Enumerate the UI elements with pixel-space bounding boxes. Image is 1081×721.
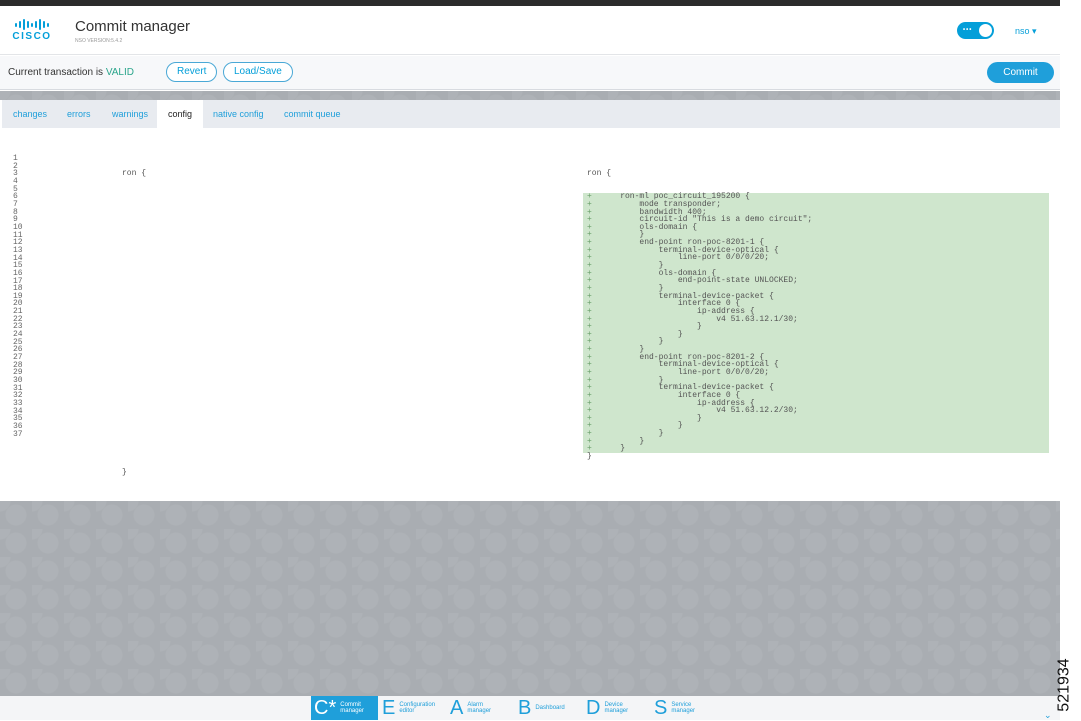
dashboard-icon: B — [518, 697, 532, 719]
nav-device-manager[interactable]: D Device manager — [586, 696, 628, 720]
new-config: ron { + ron-ml poc_circuit_195200 {+ mod… — [583, 155, 1049, 461]
config-panel: changes errors warnings config native co… — [2, 100, 1060, 501]
mode-toggle[interactable]: ••• — [957, 22, 994, 39]
nav-label: Configuration editor — [399, 702, 436, 714]
configuration-editor-icon: E — [382, 697, 396, 719]
added-config-text: } — [601, 444, 626, 454]
nav-label: Device manager — [604, 702, 629, 714]
old-config-line: ron { — [122, 169, 147, 179]
transaction-status: Current transaction is VALID — [8, 67, 134, 78]
tab-errors[interactable]: errors — [56, 100, 102, 128]
header: cisco Commit manager NSO VERSION:5.4.2 •… — [0, 6, 1060, 55]
service-manager-icon: S — [654, 697, 668, 719]
new-config-line: } — [587, 452, 592, 462]
tab-config[interactable]: config — [157, 100, 204, 128]
nav-label: Alarm manager — [467, 702, 492, 714]
nav-label: Commit manager — [340, 702, 364, 714]
nav-service-manager[interactable]: S Service manager — [654, 696, 695, 720]
commit-button[interactable]: Commit — [987, 62, 1054, 83]
revert-button[interactable]: Revert — [166, 62, 218, 82]
nav-dashboard[interactable]: B Dashboard — [518, 696, 565, 720]
user-menu[interactable]: nso ▾ — [1015, 26, 1037, 37]
dots-icon: ••• — [963, 27, 973, 33]
old-config: ron { } — [122, 155, 151, 492]
alarm-manager-icon: A — [450, 697, 464, 719]
transaction-bar: Current transaction is VALID Revert Load… — [0, 56, 1060, 90]
added-config-line: + } — [583, 444, 1049, 454]
new-config-line: ron { — [587, 169, 612, 179]
tab-warnings[interactable]: warnings — [101, 100, 159, 128]
cisco-logo-text: cisco — [12, 31, 52, 42]
hex-background — [0, 91, 1060, 100]
figure-id-text: 521934 — [1055, 658, 1073, 712]
nav-alarm-manager[interactable]: A Alarm manager — [450, 696, 491, 720]
added-config-line: + } — [583, 338, 1049, 347]
cisco-logo: cisco — [12, 19, 52, 43]
page-title: Commit manager — [75, 18, 191, 35]
commit-manager-icon: C* — [314, 697, 337, 719]
transaction-status-value: VALID — [105, 67, 134, 78]
chevron-down-icon[interactable]: ⌄ — [1044, 710, 1052, 721]
bottom-nav: C* Commit manager E Configuration editor… — [0, 696, 1060, 720]
nav-commit-manager[interactable]: C* Commit manager — [311, 696, 378, 720]
tab-commit-queue[interactable]: commit queue — [273, 100, 352, 128]
old-config-spacer — [122, 193, 151, 453]
app: cisco Commit manager NSO VERSION:5.4.2 •… — [0, 6, 1060, 720]
figure-id: 521934 — [1056, 650, 1080, 720]
nav-label: Service manager — [671, 702, 696, 714]
load-save-button[interactable]: Load/Save — [223, 62, 293, 82]
tab-bar: changes errors warnings config native co… — [2, 100, 1060, 128]
tab-changes[interactable]: changes — [2, 100, 58, 128]
hex-background-bottom — [0, 501, 1060, 696]
nav-label: Dashboard — [535, 705, 565, 711]
transaction-status-text: Current transaction is — [8, 67, 106, 78]
cisco-logo-bars-icon — [12, 19, 52, 30]
nav-configuration-editor[interactable]: E Configuration editor — [382, 696, 435, 720]
device-manager-icon: D — [586, 697, 601, 719]
added-config-line: + ols-domain { — [583, 223, 1049, 232]
added-config-line: + } — [583, 437, 1049, 446]
old-config-line: } — [122, 467, 127, 477]
line-numbers: 1 2 3 4 5 6 7 8 9 10 11 12 13 14 15 16 1… — [13, 154, 23, 439]
added-config-line: + } — [583, 430, 1049, 438]
version-label: NSO VERSION:5.4.2 — [75, 38, 123, 44]
toggle-knob — [978, 23, 993, 38]
tab-native-config[interactable]: native config — [202, 100, 275, 128]
